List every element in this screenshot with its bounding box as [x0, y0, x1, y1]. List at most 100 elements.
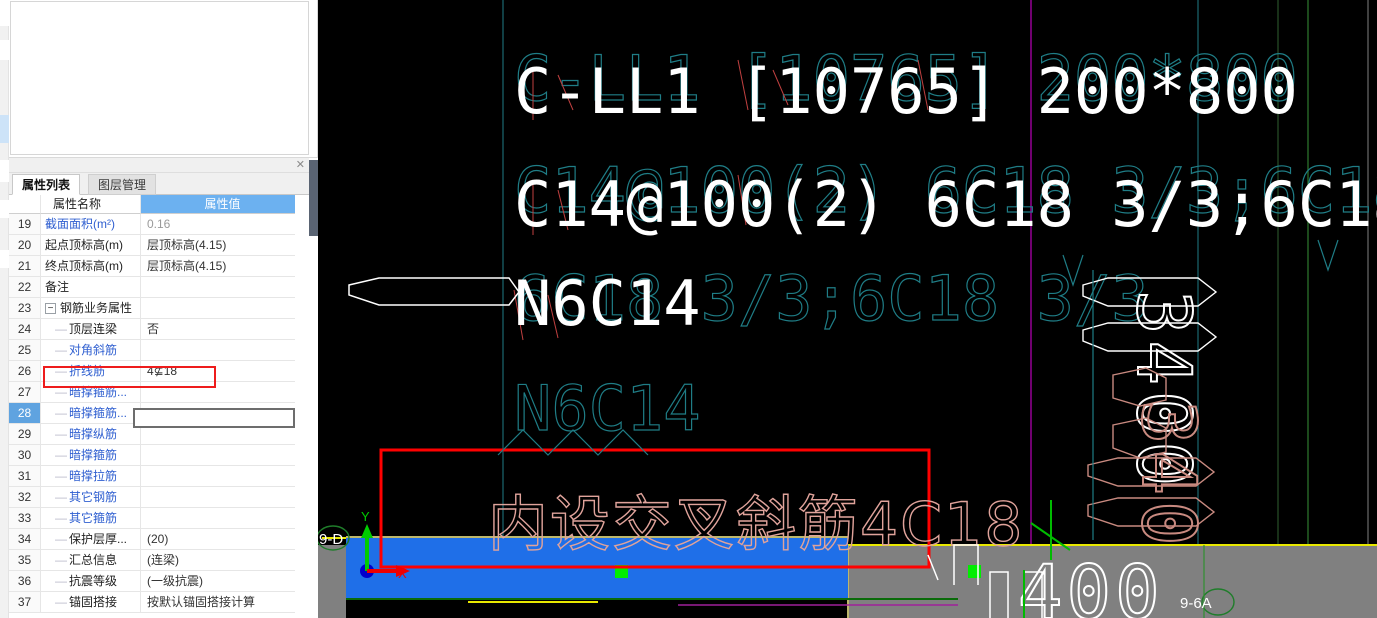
table-row[interactable]: 30— 暗撑箍筋	[9, 445, 309, 466]
panel-tab-bar: 属性列表 图层管理	[9, 173, 309, 195]
row-value-cell[interactable]: 4⊈18	[141, 361, 304, 382]
row-name-cell[interactable]: — 其它钢筋	[41, 487, 141, 508]
row-name-label: 暗撑箍筋...	[69, 385, 128, 399]
row-name-cell[interactable]: 截面面积(m²)	[41, 214, 141, 235]
row-value-cell[interactable]	[141, 298, 304, 319]
table-row[interactable]: 33— 其它箍筋	[9, 508, 309, 529]
cad-grip-handle[interactable]	[968, 565, 981, 578]
row-name-cell[interactable]: — 暗撑箍筋	[41, 445, 141, 466]
row-index-cell[interactable]: 19	[9, 214, 41, 235]
row-name-cell[interactable]: 终点顶标高(m)	[41, 256, 141, 277]
table-row[interactable]: 35— 汇总信息 (连梁)	[9, 550, 309, 571]
row-name-label: 起点顶标高(m)	[45, 238, 123, 252]
tree-branch-icon: —	[55, 364, 67, 379]
table-row[interactable]: 27— 暗撑箍筋...	[9, 382, 309, 403]
panel-collapse-strip[interactable]	[309, 160, 625, 362]
table-row[interactable]: 36— 抗震等级 (一级抗震)	[9, 571, 309, 592]
row-value-cell[interactable]: 按默认锚固搭接计算	[141, 592, 304, 613]
row-name-cell[interactable]: — 其它箍筋	[41, 508, 141, 529]
row-name-cell[interactable]: — 暗撑箍筋...	[41, 382, 141, 403]
cad-bottom-dimension-text: 400	[1018, 550, 1164, 618]
row-name-cell[interactable]: — 暗撑箍筋...	[41, 403, 141, 424]
row-index-cell[interactable]: 35	[9, 550, 41, 571]
tree-branch-icon: —	[55, 427, 67, 442]
header-attribute-name[interactable]: 属性名称	[41, 195, 141, 214]
table-row[interactable]: 19 截面面积(m²) 0.16	[9, 214, 309, 235]
row-value-cell[interactable]: 否	[141, 319, 304, 340]
row-name-label: 锚固搭接	[69, 595, 118, 609]
row-name-cell[interactable]: — 顶层连梁	[41, 319, 141, 340]
tree-collapse-icon[interactable]: −	[45, 303, 56, 315]
row-index-cell[interactable]: 37	[9, 592, 41, 613]
row-name-cell[interactable]: — 折线筋	[41, 361, 141, 382]
row-value-cell[interactable]	[141, 382, 304, 403]
row-value-cell[interactable]	[141, 487, 304, 508]
row-name-cell[interactable]: — 暗撑拉筋	[41, 466, 141, 487]
table-row[interactable]: 22 备注	[9, 277, 309, 298]
row-index-cell[interactable]: 24	[9, 319, 41, 340]
row-index-cell[interactable]: 20	[9, 235, 41, 256]
row-value-cell[interactable]	[141, 340, 304, 361]
row-index-cell[interactable]: 33	[9, 508, 41, 529]
row-value-cell[interactable]: 层顶标高(4.15)	[141, 235, 304, 256]
table-row[interactable]: 23− 钢筋业务属性	[9, 298, 309, 319]
row-name-label: 暗撑纵筋	[69, 427, 118, 441]
row-name-label: 顶层连梁	[69, 322, 118, 336]
cad-drawing-canvas[interactable]: C-LL1 [10765] 200*800 C14@100(2) 6C18 3/…	[318, 0, 1377, 618]
row-name-cell[interactable]: — 暗撑纵筋	[41, 424, 141, 445]
table-row[interactable]: 24— 顶层连梁否	[9, 319, 309, 340]
row-name-cell[interactable]: — 保护层厚...	[41, 529, 141, 550]
grid-bubble-left: 9-D	[318, 525, 350, 551]
row-value-cell[interactable]: 0.16	[141, 214, 304, 235]
tab-attribute-list[interactable]: 属性列表	[12, 174, 81, 195]
row-value-cell[interactable]	[141, 466, 304, 487]
row-index-cell[interactable]: 22	[9, 277, 41, 298]
row-index-cell[interactable]: 27	[9, 382, 41, 403]
row-index-cell[interactable]: 23	[9, 298, 41, 319]
row-index-cell[interactable]: 30	[9, 445, 41, 466]
row-value-cell[interactable]	[141, 445, 304, 466]
upper-blank-inner	[10, 1, 309, 155]
cell-edit-input[interactable]	[133, 408, 295, 428]
row-name-label: 暗撑箍筋	[69, 448, 118, 462]
tree-branch-icon: —	[55, 511, 67, 526]
row-value-cell[interactable]: (20)	[141, 529, 304, 550]
row-value-cell[interactable]: (一级抗震)	[141, 571, 304, 592]
row-value-cell[interactable]: 层顶标高(4.15)	[141, 256, 304, 277]
row-index-cell[interactable]: 21	[9, 256, 41, 277]
table-row[interactable]: 26— 折线筋 4⊈18	[9, 361, 309, 382]
row-value-cell[interactable]: (连梁)	[141, 550, 304, 571]
row-name-cell[interactable]: − 钢筋业务属性	[41, 298, 141, 319]
tree-branch-icon: —	[55, 322, 67, 337]
row-index-cell[interactable]: 26	[9, 361, 41, 382]
row-name-cell[interactable]: 备注	[41, 277, 141, 298]
row-index-cell[interactable]: 34	[9, 529, 41, 550]
table-row[interactable]: 21 终点顶标高(m) 层顶标高(4.15)	[9, 256, 309, 277]
row-name-label: 暗撑拉筋	[69, 469, 118, 483]
tab-layer-manager[interactable]: 图层管理	[88, 174, 157, 195]
row-index-cell[interactable]: 36	[9, 571, 41, 592]
row-name-cell[interactable]: — 对角斜筋	[41, 340, 141, 361]
row-index-cell[interactable]: 29	[9, 424, 41, 445]
row-index-cell[interactable]: 31	[9, 466, 41, 487]
table-row[interactable]: 37— 锚固搭接 按默认锚固搭接计算	[9, 592, 309, 613]
row-value-cell[interactable]	[141, 508, 304, 529]
table-row[interactable]: 20 起点顶标高(m) 层顶标高(4.15)	[9, 235, 309, 256]
close-icon[interactable]: ✕	[296, 158, 305, 172]
tree-branch-icon: —	[55, 595, 67, 610]
row-index-cell[interactable]: 28	[9, 403, 41, 424]
row-index-cell[interactable]: 32	[9, 487, 41, 508]
table-row[interactable]: 25— 对角斜筋	[9, 340, 309, 361]
cad-left-wall-stub	[318, 545, 346, 618]
header-attribute-value[interactable]: 属性值	[141, 195, 304, 214]
table-row[interactable]: 31— 暗撑拉筋	[9, 466, 309, 487]
row-name-cell[interactable]: 起点顶标高(m)	[41, 235, 141, 256]
row-value-cell[interactable]	[141, 277, 304, 298]
table-row[interactable]: 34— 保护层厚... (20)	[9, 529, 309, 550]
row-name-cell[interactable]: — 汇总信息	[41, 550, 141, 571]
row-index-cell[interactable]: 25	[9, 340, 41, 361]
table-row[interactable]: 32— 其它钢筋	[9, 487, 309, 508]
row-name-cell[interactable]: — 锚固搭接	[41, 592, 141, 613]
table-scrollbar-track[interactable]	[295, 195, 602, 618]
row-name-cell[interactable]: — 抗震等级	[41, 571, 141, 592]
